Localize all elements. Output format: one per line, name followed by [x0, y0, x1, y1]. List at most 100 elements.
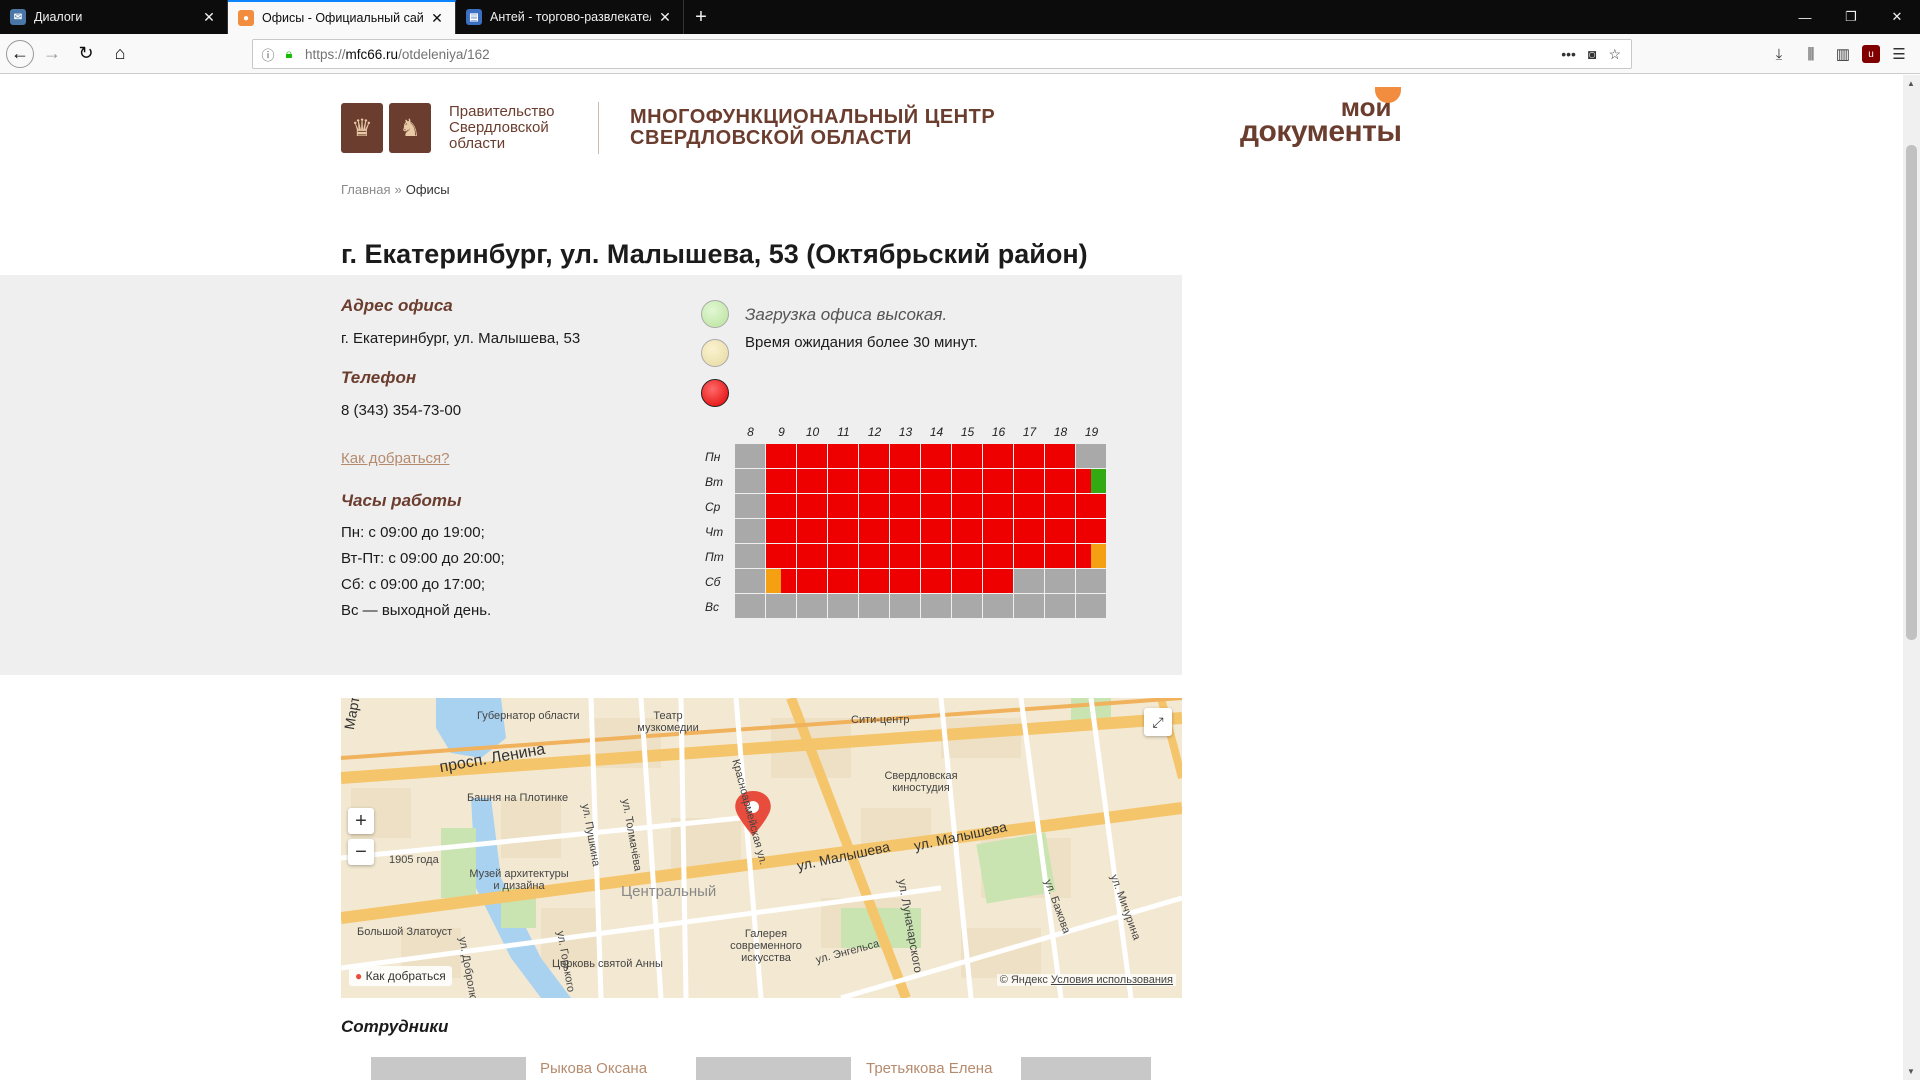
- day-label: Ср: [705, 500, 721, 514]
- load-cell: [828, 544, 858, 568]
- day-label: Пт: [705, 550, 724, 564]
- load-cell: [983, 444, 1013, 468]
- page-actions-icon[interactable]: •••: [1561, 46, 1576, 63]
- scroll-up-icon[interactable]: ▲: [1907, 79, 1915, 88]
- staff-name[interactable]: Рыкова Оксана: [540, 1060, 647, 1077]
- close-icon[interactable]: ✕: [657, 9, 673, 26]
- new-tab-button[interactable]: +: [684, 0, 718, 34]
- forward-button[interactable]: →: [36, 38, 68, 70]
- staff-name[interactable]: Третьякова Елена: [866, 1060, 992, 1077]
- load-cell: [1076, 569, 1106, 593]
- staff-photo: [371, 1057, 526, 1080]
- breadcrumb: Главная» Офисы: [341, 182, 450, 197]
- load-cell: [890, 519, 920, 543]
- load-cell: [797, 469, 827, 493]
- lock-icon[interactable]: 🔒︎: [279, 46, 299, 62]
- info-icon[interactable]: ⓘ: [257, 45, 279, 64]
- gov-text: Правительство Свердловской области: [449, 103, 555, 152]
- hour-label: 12: [867, 425, 882, 439]
- route-link[interactable]: ● Как добраться: [349, 966, 452, 986]
- hour-label: 18: [1053, 425, 1068, 439]
- hours-line: Сб: с 09:00 до 17:00;: [341, 576, 486, 593]
- load-cell: [1045, 494, 1075, 518]
- close-icon[interactable]: ✕: [201, 9, 217, 26]
- map-label: Театр музкомедии: [637, 710, 699, 734]
- load-cell: [766, 594, 796, 618]
- pocket-icon[interactable]: ◙: [1588, 46, 1596, 63]
- zoom-out-button[interactable]: −: [348, 839, 374, 865]
- bookmark-star-icon[interactable]: ☆: [1608, 46, 1621, 63]
- ublock-icon[interactable]: u: [1862, 45, 1880, 63]
- load-cell: [797, 494, 827, 518]
- header-divider: [598, 102, 599, 154]
- load-cell: [921, 594, 951, 618]
- tab-offices[interactable]: ● Офисы - Официальный сайт МФ ✕: [228, 0, 456, 34]
- directions-link[interactable]: Как добраться?: [341, 450, 450, 467]
- load-cell: [1014, 469, 1044, 493]
- restore-button[interactable]: ❐: [1828, 0, 1874, 34]
- back-button[interactable]: ←: [6, 39, 34, 68]
- load-high-dot: [701, 379, 729, 407]
- load-cell: [859, 519, 889, 543]
- page-scrollbar[interactable]: ▲ ▼: [1903, 75, 1920, 1080]
- scroll-thumb[interactable]: [1906, 145, 1917, 640]
- tab-antey[interactable]: ▤ Антей - торгово-развлекатель ✕: [456, 0, 684, 34]
- load-medium-dot: [701, 339, 729, 367]
- load-cell: [766, 544, 796, 568]
- breadcrumb-home[interactable]: Главная: [341, 182, 390, 197]
- staff-title: Сотрудники: [341, 1017, 449, 1036]
- load-cell: [983, 469, 1013, 493]
- wait-time-text: Время ожидания более 30 минут.: [745, 334, 978, 351]
- map-label: Галерея современного искусства: [730, 928, 802, 964]
- load-cell: [859, 469, 889, 493]
- load-cell: [1076, 444, 1106, 468]
- hour-label: 11: [837, 425, 850, 439]
- day-label: Пн: [705, 450, 721, 464]
- breadcrumb-current: Офисы: [405, 182, 450, 197]
- hours-label: Часы работы: [341, 491, 462, 510]
- load-cell: [1045, 544, 1075, 568]
- mfc-title[interactable]: МНОГОФУНКЦИОНАЛЬНЫЙ ЦЕНТР СВЕРДЛОВСКОЙ О…: [630, 107, 995, 149]
- staff-photo: [696, 1057, 851, 1080]
- load-cell: [1014, 519, 1044, 543]
- minimize-button[interactable]: —: [1782, 0, 1828, 34]
- zoom-in-button[interactable]: +: [348, 808, 374, 834]
- load-cell: [735, 519, 765, 543]
- reload-button[interactable]: ↻: [70, 38, 102, 70]
- load-cell: [735, 494, 765, 518]
- russia-emblem-icon: ♛: [341, 103, 383, 153]
- day-label: Вс: [705, 600, 720, 614]
- fullscreen-icon[interactable]: ⤢: [1144, 708, 1172, 736]
- load-cell: [921, 519, 951, 543]
- moi-dokumenty-logo[interactable]: мои документы: [1240, 87, 1402, 147]
- hour-label: 14: [929, 425, 944, 439]
- window-controls: — ❐ ✕: [1782, 0, 1920, 34]
- office-map[interactable]: Марта Губернатор области Театр музкомеди…: [341, 698, 1182, 998]
- day-label: Чт: [705, 525, 724, 539]
- menu-icon[interactable]: ☰: [1886, 38, 1912, 70]
- url-bar[interactable]: ⓘ 🔒︎ https://mfc66.ru/otdeleniya/162 •••…: [252, 39, 1632, 69]
- hours-line: Вт-Пт: с 09:00 до 20:00;: [341, 550, 505, 567]
- load-cell: [735, 594, 765, 618]
- pin-icon: ●: [355, 969, 363, 983]
- tab-dialogs[interactable]: ✉ Диалоги ✕: [0, 0, 228, 34]
- hour-label: 17: [1022, 425, 1037, 439]
- scroll-down-icon[interactable]: ▼: [1907, 1067, 1915, 1076]
- page-content: ♛ ♞ Правительство Свердловской области М…: [0, 75, 1903, 1080]
- gov-logo[interactable]: ♛ ♞ Правительство Свердловской области: [341, 103, 554, 153]
- nav-bar: ← → ↻ ⌂ ⓘ 🔒︎ https://mfc66.ru/otdeleniya…: [0, 34, 1920, 74]
- url-text[interactable]: https://mfc66.ru/otdeleniya/162: [299, 47, 1561, 62]
- home-button[interactable]: ⌂: [104, 38, 136, 70]
- load-cell: [766, 494, 796, 518]
- load-cell: [766, 469, 796, 493]
- close-icon[interactable]: ✕: [429, 10, 445, 27]
- load-cell: [859, 594, 889, 618]
- close-window-button[interactable]: ✕: [1874, 0, 1920, 34]
- library-icon[interactable]: ⫼: [1798, 38, 1824, 70]
- download-icon[interactable]: ⤓: [1766, 38, 1792, 70]
- terms-link[interactable]: Условия использования: [1051, 974, 1173, 986]
- load-cell: [890, 569, 920, 593]
- load-cell: [797, 594, 827, 618]
- sidebar-icon[interactable]: ▥: [1830, 38, 1856, 70]
- load-cell: [1014, 444, 1044, 468]
